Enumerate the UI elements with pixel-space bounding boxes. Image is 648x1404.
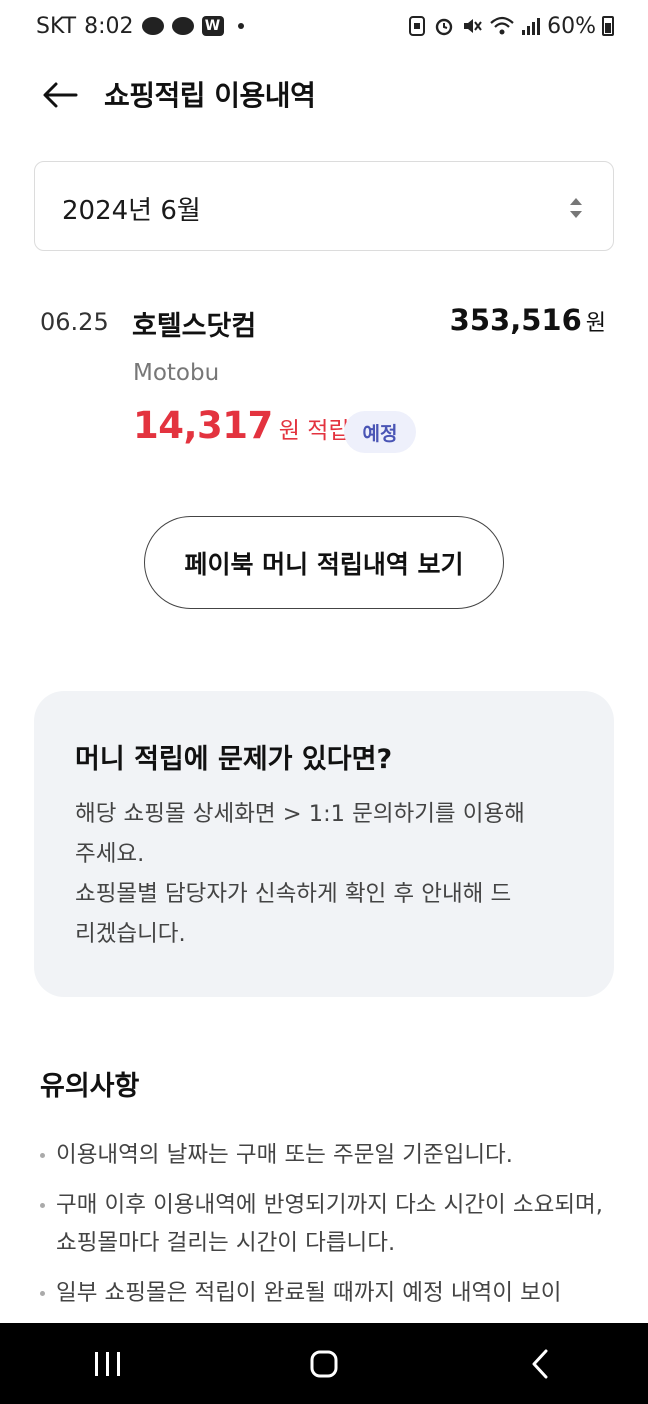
bullet-icon [40, 1203, 45, 1208]
system-navigation-bar [0, 1323, 648, 1404]
reward-amount: 14,317 원 적립 [133, 404, 350, 447]
battery-percent: 60% [547, 13, 596, 39]
transaction-location: Motobu [133, 360, 220, 386]
help-info-body: 해당 쇼핑몰 상세화면 > 1:1 문의하기를 이용해 주세요. 쇼핑몰별 담당… [75, 794, 574, 954]
reward-amount-suffix: 원 적립 [278, 418, 350, 444]
notice-item: 구매 이후 이용내역에 반영되기까지 다소 시간이 소요되며, 쇼핑몰마다 걸리… [40, 1186, 612, 1262]
help-info-line: 주세요. [75, 841, 145, 867]
notice-item-text: 구매 이후 이용내역에 반영되기까지 다소 시간이 소요되며, 쇼핑몰마다 걸리… [56, 1192, 603, 1256]
month-select[interactable]: 2024년 6월 [34, 161, 614, 251]
status-bar: SKT 8:02 W 60% [0, 0, 648, 52]
carrier-label: SKT [36, 13, 77, 39]
help-info-line: 쇼핑몰별 담당자가 신속하게 확인 후 안내해 드 [75, 881, 512, 907]
view-money-history-button[interactable]: 페이북 머니 적립내역 보기 [144, 516, 504, 609]
bullet-icon [40, 1153, 45, 1158]
transaction-amount-value: 353,516 [449, 303, 582, 337]
bullet-icon [40, 1291, 45, 1296]
clock: 8:02 [84, 13, 134, 39]
notice-item-text: 일부 쇼핑몰은 적립이 완료될 때까지 예정 내역이 보이 [56, 1280, 562, 1306]
notice-list: 이용내역의 날짜는 구매 또는 주문일 기준입니다. 구매 이후 이용내역에 반… [40, 1136, 612, 1324]
back-button[interactable] [40, 78, 80, 112]
more-notifications-dot-icon [237, 23, 244, 29]
page-title: 쇼핑적립 이용내역 [104, 79, 316, 112]
transaction-merchant: 호텔스닷컴 [132, 311, 257, 342]
status-badge: 예정 [344, 411, 416, 453]
recent-apps-button[interactable] [68, 1334, 148, 1394]
sim-icon [407, 15, 427, 37]
chat-bubble-icon [171, 17, 194, 35]
mute-icon [461, 15, 483, 37]
battery-icon [602, 16, 614, 36]
transaction-amount-unit: 원 [585, 311, 606, 336]
help-info-line: 해당 쇼핑몰 상세화면 > 1:1 문의하기를 이용해 [75, 801, 525, 827]
up-down-chevron-icon [570, 198, 582, 218]
transaction-date: 06.25 [40, 308, 109, 336]
recent-apps-icon [95, 1351, 120, 1376]
wifi-icon [489, 15, 515, 37]
home-icon [310, 1350, 338, 1377]
app-w-icon: W [201, 16, 224, 36]
notice-item: 일부 쇼핑몰은 적립이 완료될 때까지 예정 내역이 보이 [40, 1274, 612, 1312]
alarm-icon [433, 15, 455, 37]
help-info-box: 머니 적립에 문제가 있다면? 해당 쇼핑몰 상세화면 > 1:1 문의하기를 … [34, 691, 614, 997]
chat-bubble-icon [141, 17, 164, 35]
chevron-left-icon [532, 1349, 548, 1378]
month-select-value: 2024년 6월 [62, 196, 201, 226]
reward-amount-value: 14,317 [133, 404, 273, 447]
transaction-amount: 353,516 원 [450, 303, 606, 337]
notice-title: 유의사항 [40, 1071, 140, 1102]
signal-icon [521, 15, 541, 37]
notice-item-text: 이용내역의 날짜는 구매 또는 주문일 기준입니다. [56, 1142, 513, 1168]
help-info-title: 머니 적립에 문제가 있다면? [75, 744, 393, 775]
system-back-button[interactable] [500, 1334, 580, 1394]
status-right: 60% [407, 14, 614, 39]
home-button[interactable] [284, 1334, 364, 1394]
status-left: SKT 8:02 W [36, 14, 244, 39]
help-info-line: 리겠습니다. [75, 921, 186, 947]
notice-item: 이용내역의 날짜는 구매 또는 주문일 기준입니다. [40, 1136, 612, 1174]
app-header: 쇼핑적립 이용내역 [0, 60, 648, 130]
back-arrow-icon [43, 82, 78, 108]
